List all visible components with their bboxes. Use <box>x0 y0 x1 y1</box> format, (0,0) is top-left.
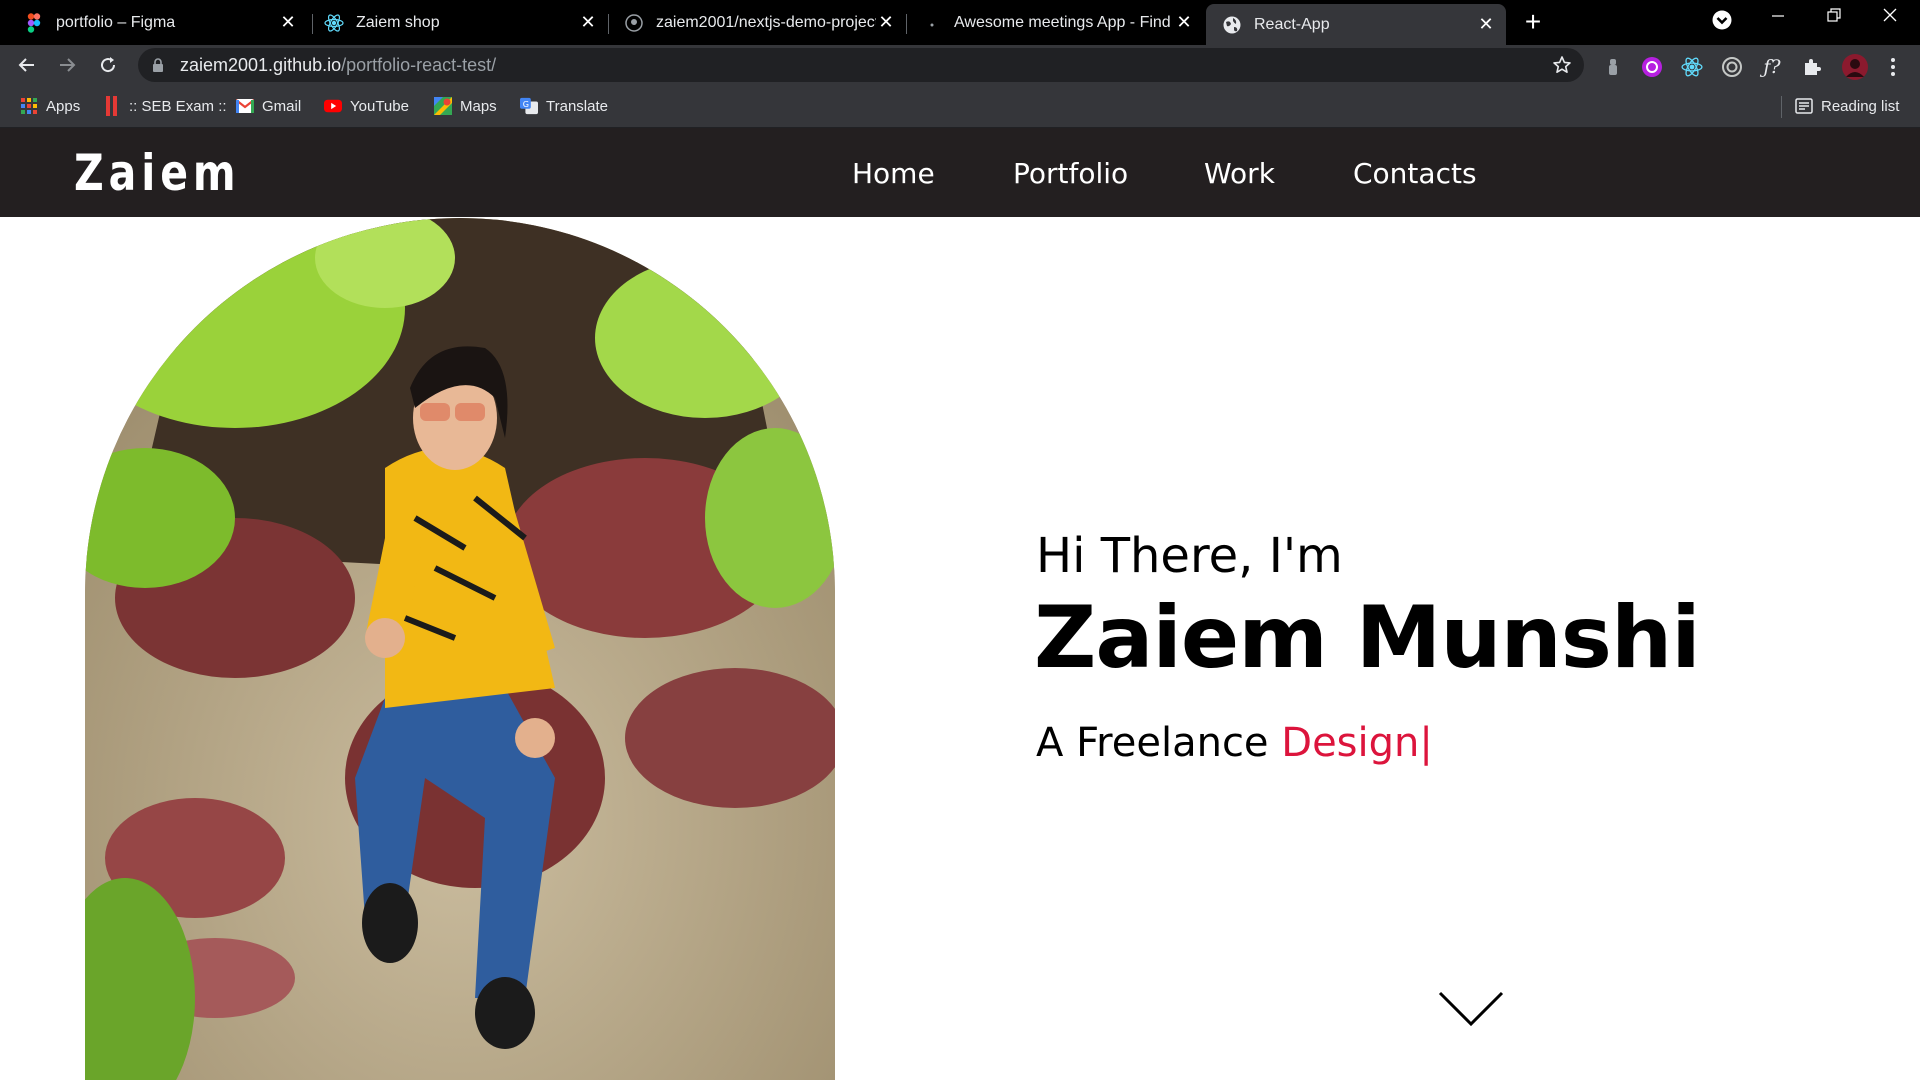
minimize-icon <box>1772 15 1784 17</box>
gmail-icon <box>236 97 254 115</box>
bookmark-apps[interactable]: Apps <box>20 95 80 117</box>
tab-title: Awesome meetings App - Find y <box>954 13 1174 31</box>
close-tab-icon[interactable]: ✕ <box>278 12 298 33</box>
url-path: /portfolio-react-test/ <box>341 54 497 75</box>
site-logo[interactable]: Zaiem <box>74 144 241 202</box>
back-button[interactable] <box>11 49 43 81</box>
nav-link-portfolio[interactable]: Portfolio <box>1013 157 1128 190</box>
nav-link-contacts[interactable]: Contacts <box>1353 157 1477 190</box>
bookmark-translate[interactable]: G Translate <box>520 95 608 117</box>
arrow-right-icon <box>60 58 76 72</box>
close-icon <box>1883 8 1897 22</box>
forward-button[interactable] <box>51 49 83 81</box>
nav-link-home[interactable]: Home <box>852 157 935 190</box>
browser-menu-icon[interactable] <box>1882 56 1904 78</box>
bookmark-label: Translate <box>546 97 608 115</box>
tab-figma[interactable]: portfolio – Figma ✕ <box>8 6 308 39</box>
site-navbar: Zaiem Home Portfolio Work Contacts <box>0 128 1920 217</box>
close-tab-icon[interactable]: ✕ <box>1174 12 1194 33</box>
close-window-button[interactable] <box>1870 6 1910 36</box>
extension-colorzilla-icon[interactable] <box>1641 56 1663 78</box>
tab-zaiem-shop[interactable]: Zaiem shop ✕ <box>308 6 608 39</box>
bookmark-label: YouTube <box>350 97 409 115</box>
close-tab-icon[interactable]: ✕ <box>578 12 598 33</box>
extension-dropper-icon[interactable] <box>1602 56 1624 78</box>
reload-icon <box>101 57 116 73</box>
youtube-icon <box>324 97 342 115</box>
bookmark-maps[interactable]: Maps <box>434 95 497 117</box>
page-viewport: Zaiem Home Portfolio Work Contacts Hi Th… <box>0 128 1920 1080</box>
extension-fonts-icon[interactable]: ƒ? <box>1761 56 1783 78</box>
profile-photo-illustration <box>85 218 835 1080</box>
bookmark-label: Apps <box>46 97 81 115</box>
close-tab-icon[interactable]: ✕ <box>876 12 896 33</box>
reading-list-label: Reading list <box>1821 97 1900 115</box>
restore-button[interactable] <box>1814 6 1854 36</box>
url-host: zaiem2001.github.io <box>180 54 342 75</box>
close-tab-icon[interactable]: ✕ <box>1476 14 1496 35</box>
svg-text:G: G <box>523 99 529 109</box>
new-tab-button[interactable]: + <box>1520 8 1546 36</box>
translate-icon: G <box>520 97 538 115</box>
tab-title: React-App <box>1254 15 1330 33</box>
figma-icon <box>24 12 44 33</box>
nav-link-work[interactable]: Work <box>1204 157 1275 190</box>
hero-role-prefix: A Freelance <box>1036 720 1269 766</box>
chevron-down-icon <box>1712 10 1732 30</box>
reading-list-button[interactable]: Reading list <box>1795 95 1899 117</box>
bookmark-youtube[interactable]: YouTube <box>324 95 409 117</box>
address-bar[interactable]: zaiem2001.github.io/portfolio-react-test… <box>138 48 1584 82</box>
extensions-puzzle-icon[interactable] <box>1801 56 1823 78</box>
reload-button[interactable] <box>92 49 124 81</box>
extension-target-icon[interactable] <box>1721 56 1743 78</box>
browser-tab-strip: portfolio – Figma ✕ Zaiem shop ✕ zaiem20… <box>0 0 1920 45</box>
tab-search-button[interactable] <box>1702 9 1742 39</box>
tab-title: portfolio – Figma <box>56 13 176 31</box>
arrow-left-icon <box>18 58 34 72</box>
hero-greeting: Hi There, I'm <box>1036 528 1343 584</box>
profile-photo <box>85 218 835 1080</box>
bookmark-gmail[interactable]: Gmail <box>236 95 301 117</box>
maps-icon <box>434 97 452 115</box>
globe-icon <box>1222 15 1242 35</box>
lock-icon <box>152 57 166 73</box>
browser-toolbar: zaiem2001.github.io/portfolio-react-test… <box>0 45 1920 85</box>
bookmark-seb-exam[interactable]: :: SEB Exam :: <box>103 95 227 117</box>
bookmark-label: Maps <box>460 97 497 115</box>
typing-caret: | <box>1419 720 1433 766</box>
restore-icon <box>1827 8 1841 22</box>
bookmarks-bar: Apps :: SEB Exam :: Gmail YouTube Maps G… <box>0 85 1920 128</box>
tab-title: Zaiem shop <box>356 13 440 31</box>
reading-list-icon <box>1795 97 1813 115</box>
seb-icon <box>103 96 121 116</box>
page-icon <box>922 13 942 33</box>
tab-react-app[interactable]: React-App ✕ <box>1206 4 1506 45</box>
hero-name: Zaiem Munshi <box>1034 588 1701 688</box>
hero-role: A Freelance Design| <box>1036 720 1433 766</box>
tab-title: zaiem2001/nextjs-demo-project <box>656 13 876 31</box>
bookmark-star-icon[interactable] <box>1552 55 1572 75</box>
extension-react-devtools-icon[interactable] <box>1681 56 1703 78</box>
chevron-down-icon <box>1438 991 1504 1027</box>
tab-github[interactable]: zaiem2001/nextjs-demo-project ✕ <box>608 6 906 39</box>
bookmark-label: :: SEB Exam :: <box>129 97 227 115</box>
apps-grid-icon <box>20 97 38 115</box>
hero-role-typed: Design <box>1281 720 1420 766</box>
bookmark-label: Gmail <box>262 97 302 115</box>
tab-awesome-meetings[interactable]: Awesome meetings App - Find y ✕ <box>906 6 1204 39</box>
github-icon <box>624 13 644 33</box>
react-icon <box>324 13 344 33</box>
scroll-down-button[interactable] <box>1438 990 1504 1028</box>
minimize-button[interactable] <box>1758 6 1798 36</box>
profile-avatar[interactable] <box>1841 53 1869 81</box>
